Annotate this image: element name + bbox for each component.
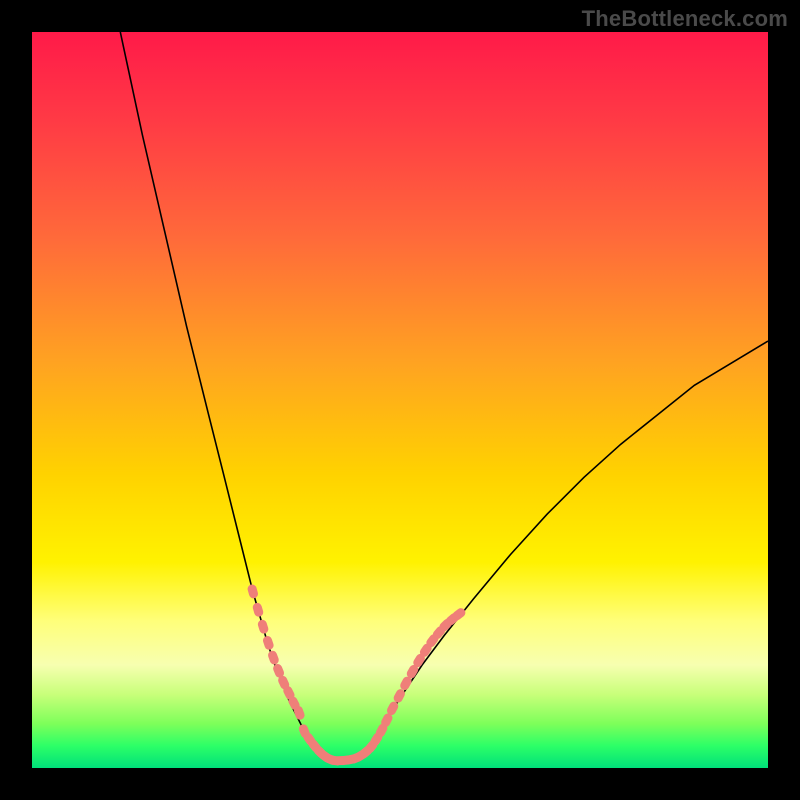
highlight-dot xyxy=(262,635,275,651)
highlight-dot xyxy=(267,649,280,665)
highlight-dots-group xyxy=(247,583,468,766)
chart-svg xyxy=(32,32,768,768)
highlight-dot xyxy=(257,619,270,635)
highlight-dot xyxy=(247,583,259,599)
watermark-text: TheBottleneck.com xyxy=(582,6,788,32)
bottleneck-curve xyxy=(120,32,768,761)
highlight-dot xyxy=(252,602,265,618)
chart-frame xyxy=(32,32,768,768)
